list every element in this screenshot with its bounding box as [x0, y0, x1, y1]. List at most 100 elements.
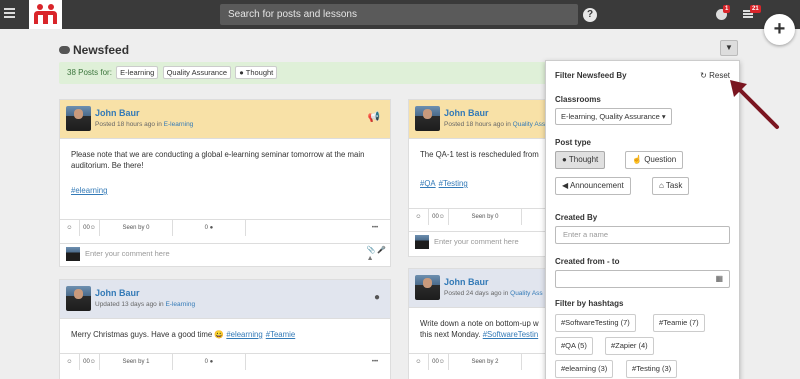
classrooms-label: Classrooms: [555, 95, 601, 104]
post-meta: Posted 24 days ago in Quality Ass: [444, 290, 543, 297]
post-text: Merry Christmas guys. Have a good time 😀: [71, 330, 227, 339]
app-logo[interactable]: [29, 0, 62, 29]
hashtag-link[interactable]: #Testing: [439, 179, 468, 188]
post-category-link[interactable]: E-learning: [165, 301, 195, 308]
filter-chip-label: Thought: [245, 68, 274, 77]
post-card: John Baur Updated 13 days ago in E-learn…: [59, 279, 391, 379]
post-meta-text: Posted 24 days ago in: [444, 290, 511, 297]
refresh-icon: ↻: [700, 71, 710, 80]
post-type-announcement-button[interactable]: ◀ Announcement: [555, 177, 631, 195]
post-meta: Posted 18 hours ago in E-learning: [95, 121, 193, 128]
post-author[interactable]: John Baur: [95, 288, 140, 298]
logo-mark: [34, 4, 57, 24]
post-category-link[interactable]: Quality Ass: [510, 290, 543, 297]
date-range-input[interactable]: ▦: [555, 270, 730, 288]
post-category-link[interactable]: Quality Ass: [513, 121, 546, 128]
more-options-button[interactable]: •••: [360, 220, 390, 236]
post-stats-bar: ☺ 00☺ Seen by 1 0 ● •••: [60, 353, 390, 370]
post-text: Please note that we are conducting a glo…: [71, 150, 365, 170]
avatar[interactable]: [415, 106, 440, 131]
comment-input[interactable]: Enter your comment here: [434, 237, 519, 246]
post-type-label: Thought: [568, 155, 599, 164]
post-header: John Baur Posted 24 days ago in Quality …: [409, 269, 557, 308]
filter-panel-title: Filter Newsfeed By: [555, 71, 627, 80]
hashtag-filter-button[interactable]: #elearning (3): [555, 360, 614, 378]
comments-icon: [59, 46, 70, 54]
hashtag-link[interactable]: #elearning: [226, 330, 262, 339]
likes-count: 00☺: [429, 354, 449, 370]
like-icon[interactable]: ☺: [60, 220, 80, 236]
post-type-label: Task: [665, 181, 683, 190]
hashtag-filter-button[interactable]: #Testing (3): [626, 360, 678, 378]
likes-count: 00☺: [80, 220, 100, 236]
filter-chip: E-learning: [116, 66, 159, 79]
attachment-icons[interactable]: 📎 🎤 ▲: [367, 247, 386, 263]
post-author[interactable]: John Baur: [444, 108, 489, 118]
avatar[interactable]: [66, 286, 91, 311]
post-header: John Baur Posted 18 hours ago in E-learn…: [60, 100, 390, 139]
top-navigation-bar: Search for posts and lessons ? 1 21: [0, 0, 800, 29]
like-icon[interactable]: ☺: [409, 354, 429, 370]
hamburger-menu-icon[interactable]: [4, 8, 15, 20]
classrooms-dropdown[interactable]: E-learning, Quality Assurance ▾: [555, 108, 672, 125]
post-type-thought-button[interactable]: ● Thought: [555, 151, 606, 169]
comment-row: Enter your comment here 📎 🎤 ▲: [60, 243, 390, 263]
post-meta: Posted 18 hours ago in Quality Ass: [444, 121, 545, 128]
avatar: [415, 235, 429, 249]
more-options-button[interactable]: •••: [360, 354, 390, 370]
seen-by[interactable]: Seen by 0: [100, 220, 173, 236]
post-author[interactable]: John Baur: [95, 108, 140, 118]
hashtag-link[interactable]: #elearning: [71, 186, 107, 195]
post-category-link[interactable]: E-learning: [164, 121, 194, 128]
comments-count[interactable]: 0 ●: [173, 220, 246, 236]
post-header: John Baur Updated 13 days ago in E-learn…: [60, 280, 390, 319]
search-input[interactable]: Search for posts and lessons: [220, 4, 578, 25]
post-body: Please note that we are conducting a glo…: [60, 139, 390, 206]
post-header: John Baur Posted 18 hours ago in Quality…: [409, 100, 557, 139]
hashtag-link[interactable]: #Teamie: [266, 330, 295, 339]
likes-count: 00☺: [80, 354, 100, 370]
post-type-question-button[interactable]: ☝ Question: [625, 151, 684, 169]
post-meta-text: Posted 18 hours ago in: [444, 121, 513, 128]
caret-down-icon: ▾: [661, 112, 666, 121]
created-by-input[interactable]: Enter a name: [555, 226, 730, 244]
hashtag-link[interactable]: #QA: [420, 179, 436, 188]
help-icon[interactable]: ?: [583, 8, 597, 22]
hashtag-filter-button[interactable]: #Teamie (7): [653, 314, 705, 332]
comment-input[interactable]: Enter your comment here: [85, 249, 170, 258]
created-range-label: Created from - to: [555, 257, 620, 266]
calendar-icon[interactable]: ▦: [715, 271, 723, 287]
created-by-label: Created By: [555, 213, 598, 222]
seen-by[interactable]: Seen by 0: [449, 209, 522, 225]
seen-by[interactable]: Seen by 1: [100, 354, 173, 370]
hashtag-filter-button[interactable]: #SoftwareTesting (7): [555, 314, 636, 332]
hashtag-filter-button[interactable]: #QA (5): [555, 337, 593, 355]
comments-count[interactable]: 0 ●: [173, 354, 246, 370]
likes-count: 00☺: [429, 209, 449, 225]
filter-panel: Filter Newsfeed By ↻ Reset Classrooms E-…: [545, 60, 740, 379]
hashtag-filter-button[interactable]: #Zapier (4): [605, 337, 654, 355]
post-author[interactable]: John Baur: [444, 277, 489, 287]
megaphone-icon: 📢: [367, 112, 380, 123]
avatar: [66, 247, 80, 261]
post-type-task-button[interactable]: ⌂ Task: [652, 177, 690, 195]
post-body: Merry Christmas guys. Have a good time 😀…: [60, 319, 390, 350]
megaphone-icon: ◀: [562, 181, 570, 190]
filter-icon[interactable]: ▼: [720, 40, 738, 56]
hand-pointer-icon: ☝: [632, 155, 645, 164]
posts-count: 38 Posts for:: [67, 68, 112, 77]
notifications-badge: 1: [723, 5, 731, 13]
post-type-label: Question: [644, 155, 677, 164]
add-post-button[interactable]: +: [764, 14, 795, 45]
avatar[interactable]: [415, 275, 440, 300]
post-card: John Baur Posted 18 hours ago in Quality…: [408, 99, 558, 257]
seen-by[interactable]: Seen by 2: [449, 354, 522, 370]
hashtag-link[interactable]: #SoftwareTestin: [483, 330, 538, 339]
annotation-arrow: [730, 80, 779, 129]
like-icon[interactable]: ☺: [60, 354, 80, 370]
post-type-label: Post type: [555, 138, 592, 147]
filter-chip: ● Thought: [235, 66, 278, 79]
avatar[interactable]: [66, 106, 91, 131]
speech-bubble-icon: ●: [373, 292, 380, 303]
like-icon[interactable]: ☺: [409, 209, 429, 225]
